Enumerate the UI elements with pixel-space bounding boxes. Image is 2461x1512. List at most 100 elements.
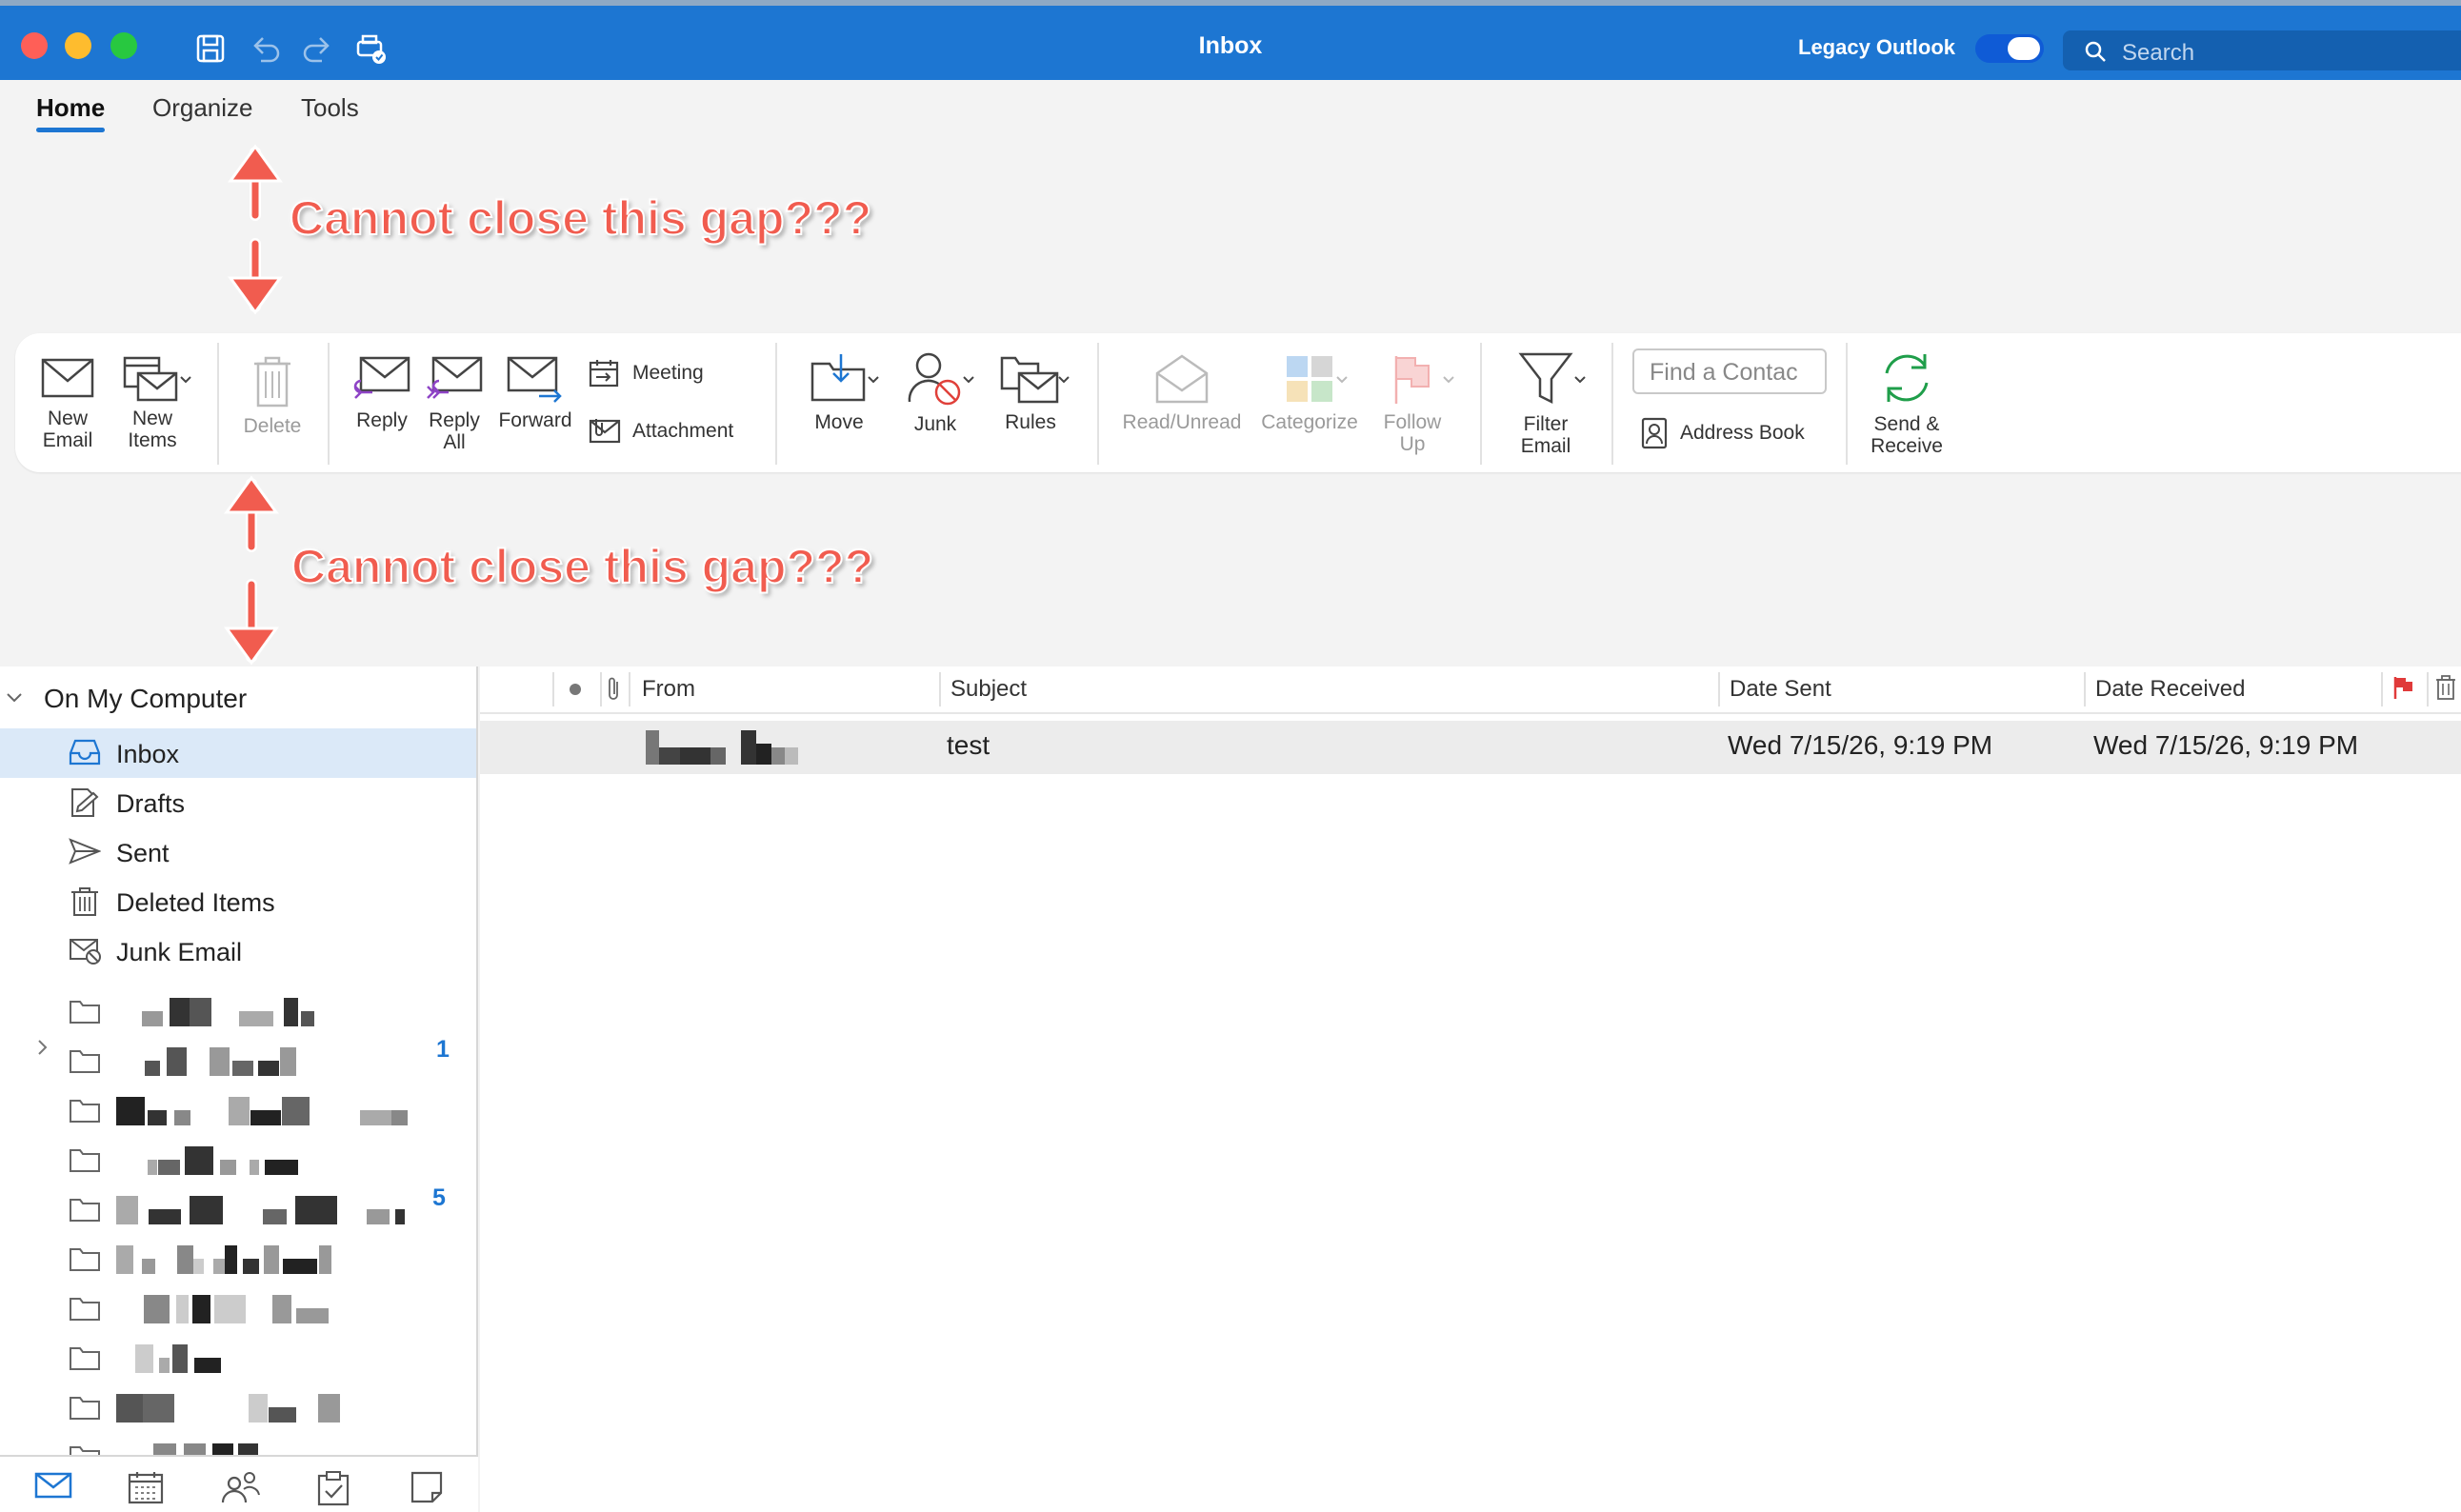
reply-all-button[interactable]: Reply All (421, 354, 488, 453)
on-my-computer-header[interactable]: On My Computer (44, 684, 247, 714)
trash-icon[interactable] (2434, 674, 2457, 701)
filter-icon (1518, 352, 1573, 405)
redacted-pixel (177, 1245, 193, 1274)
redacted-folder-item[interactable] (0, 1234, 476, 1283)
find-contact-input[interactable]: Find a Contac (1632, 348, 1827, 394)
column-header-date-received[interactable]: Date Received (2095, 676, 2245, 703)
tab-home[interactable]: Home (36, 93, 106, 132)
attachment-icon (589, 419, 621, 444)
title-bar: Inbox Legacy Outlook Search (0, 0, 2461, 80)
bottom-navigation (0, 1455, 478, 1512)
redacted-pixel (249, 1394, 268, 1422)
rules-button[interactable]: Rules (990, 352, 1070, 433)
redacted-pixel (284, 998, 298, 1026)
new-email-button[interactable]: New Email (36, 354, 99, 451)
chevron-down-icon[interactable] (179, 373, 192, 387)
folder-icon (70, 1397, 100, 1420)
tab-tools[interactable]: Tools (301, 93, 359, 123)
redacted-pixel (295, 1196, 318, 1224)
chevron-down-icon[interactable] (867, 373, 880, 387)
meeting-button[interactable]: Meeting (589, 358, 704, 388)
unread-count-badge: 5 (432, 1184, 446, 1211)
double-arrow-annotation-bottom (224, 475, 279, 666)
redacted-folder-item[interactable] (0, 1085, 476, 1135)
move-label: Move (814, 411, 864, 433)
folder-icon (70, 1347, 100, 1370)
delete-label: Delete (243, 415, 302, 437)
rules-icon (1000, 356, 1059, 404)
folder-inbox[interactable]: Inbox (0, 728, 476, 778)
notes-icon[interactable] (410, 1470, 444, 1504)
redacted-sender (646, 730, 808, 765)
chevron-right-icon[interactable] (36, 1038, 50, 1057)
redacted-folder-item[interactable] (0, 1135, 476, 1184)
column-header-subject[interactable]: Subject (950, 676, 1027, 703)
folder-icon (70, 1149, 100, 1172)
meeting-label: Meeting (632, 362, 704, 384)
folder-sent[interactable]: Sent (0, 827, 476, 877)
table-row[interactable]: test Wed 7/15/26, 9:19 PM Wed 7/15/26, 9… (480, 721, 2461, 774)
forward-button[interactable]: Forward (493, 354, 577, 431)
redacted-folder-item[interactable] (0, 986, 476, 1036)
redacted-pixel (116, 1394, 143, 1422)
chevron-down-icon[interactable] (1057, 373, 1070, 387)
new-items-button[interactable]: New Items (116, 354, 189, 451)
legacy-outlook-toggle[interactable] (1975, 34, 2044, 63)
search-icon (2085, 41, 2106, 62)
search-input[interactable]: Search (2063, 30, 2461, 70)
column-header-date-sent[interactable]: Date Sent (1730, 676, 1831, 703)
chevron-down-icon[interactable] (1573, 373, 1587, 387)
column-separator (600, 672, 602, 706)
envelope-icon (41, 358, 94, 398)
follow-up-label: Follow Up (1383, 411, 1442, 455)
chevron-down-icon[interactable] (6, 691, 23, 705)
redacted-folder-item[interactable] (0, 1383, 476, 1432)
folder-icon (70, 1298, 100, 1321)
redacted-pixel (229, 1097, 250, 1125)
column-separator (2084, 672, 2086, 706)
folder-icon (70, 1199, 100, 1222)
follow-up-button[interactable]: Follow Up (1377, 352, 1448, 455)
message-subject: test (947, 730, 990, 760)
attachment-button[interactable]: Attachment (589, 417, 733, 446)
redacted-folder-item[interactable] (0, 1036, 476, 1085)
chevron-down-icon[interactable] (962, 373, 975, 387)
folder-junk-email[interactable]: Junk Email (0, 926, 476, 976)
move-button[interactable]: Move (796, 352, 882, 433)
ribbon-separator (1480, 343, 1482, 465)
attachment-icon[interactable] (606, 676, 621, 703)
ribbon-separator (775, 343, 777, 465)
reply-button[interactable]: Reply (349, 354, 415, 431)
flag-icon[interactable] (2391, 674, 2415, 701)
folder-drafts[interactable]: Drafts (0, 778, 476, 827)
new-items-label: New Items (128, 408, 177, 451)
chevron-down-icon[interactable] (1442, 373, 1455, 387)
redacted-pixel (174, 1110, 190, 1125)
redacted-pixel (225, 1245, 237, 1274)
people-icon[interactable] (221, 1470, 261, 1504)
send-receive-button[interactable]: Send & Receive (1861, 348, 1952, 457)
ribbon-separator (1097, 343, 1099, 465)
redacted-pixel (318, 1196, 337, 1224)
tasks-icon[interactable] (316, 1470, 350, 1506)
calendar-icon[interactable] (128, 1470, 164, 1504)
filter-email-button[interactable]: Filter Email (1503, 350, 1589, 457)
column-header-from[interactable]: From (642, 676, 695, 703)
junk-button[interactable]: Junk (899, 350, 971, 435)
redacted-folder-item[interactable] (0, 1283, 476, 1333)
redacted-pixel (148, 1110, 167, 1125)
tab-organize[interactable]: Organize (152, 93, 253, 123)
categorize-button[interactable]: Categorize (1253, 352, 1366, 433)
read-unread-button[interactable]: Read/Unread (1116, 352, 1248, 433)
redacted-folder-item[interactable] (0, 1333, 476, 1383)
search-placeholder: Search (2122, 40, 2195, 66)
folder-deleted-items[interactable]: Deleted Items (0, 877, 476, 926)
redacted-pixel (135, 1344, 153, 1373)
unread-dot-icon[interactable] (570, 684, 581, 695)
chevron-down-icon[interactable] (1335, 373, 1349, 387)
address-book-button[interactable]: Address Book (1640, 417, 1805, 449)
redacted-pixel (143, 1394, 174, 1422)
mail-icon[interactable] (34, 1470, 72, 1501)
delete-button[interactable]: Delete (236, 354, 309, 437)
redacted-folder-item[interactable] (0, 1184, 476, 1234)
